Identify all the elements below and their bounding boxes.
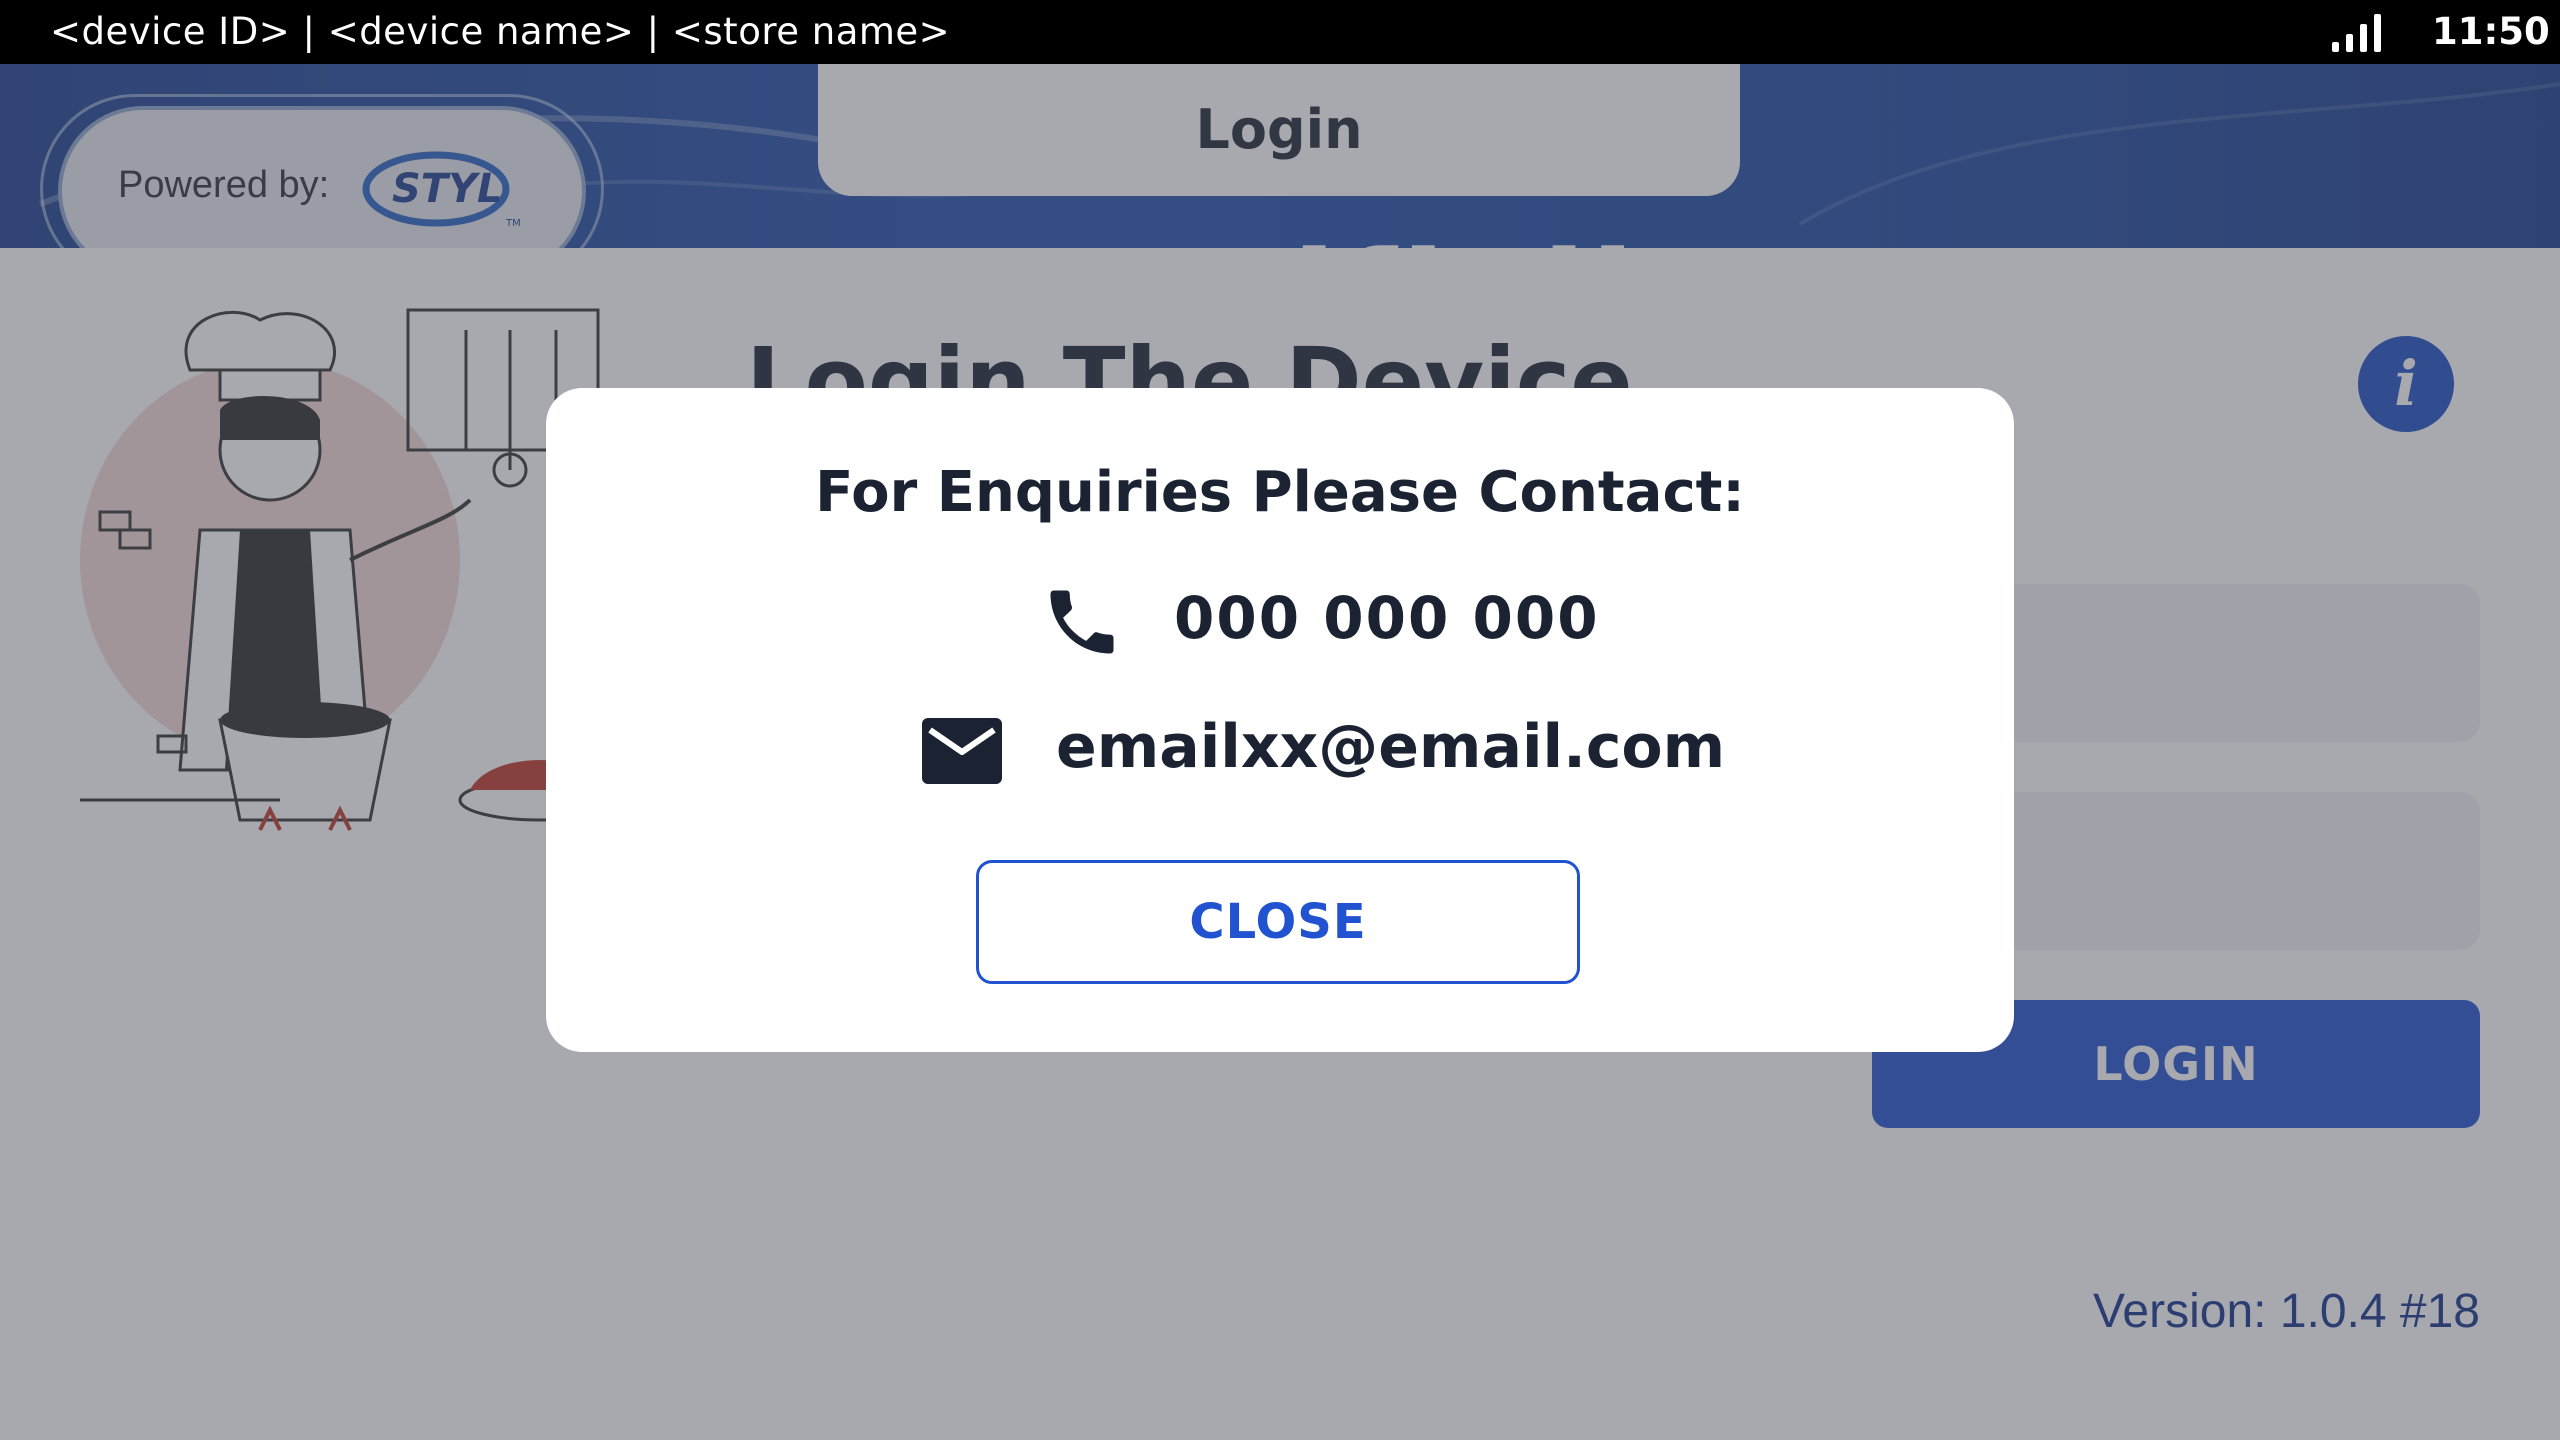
clock-time: 11:50 [2432,10,2550,53]
email-icon [922,718,1002,784]
phone-icon [1050,590,1114,654]
status-bar: <device ID> | <device name> | <store nam… [0,0,2560,64]
device-info-text: <device ID> | <device name> | <store nam… [50,10,951,53]
enquiries-dialog: For Enquiries Please Contact: 000 000 00… [546,388,2014,1052]
contact-email: emailxx@email.com [1056,712,1726,782]
dialog-title: For Enquiries Please Contact: [815,460,1745,525]
contact-phone: 000 000 000 [1174,584,1600,652]
close-button[interactable]: CLOSE [976,860,1580,984]
signal-bars-icon [2332,14,2381,52]
